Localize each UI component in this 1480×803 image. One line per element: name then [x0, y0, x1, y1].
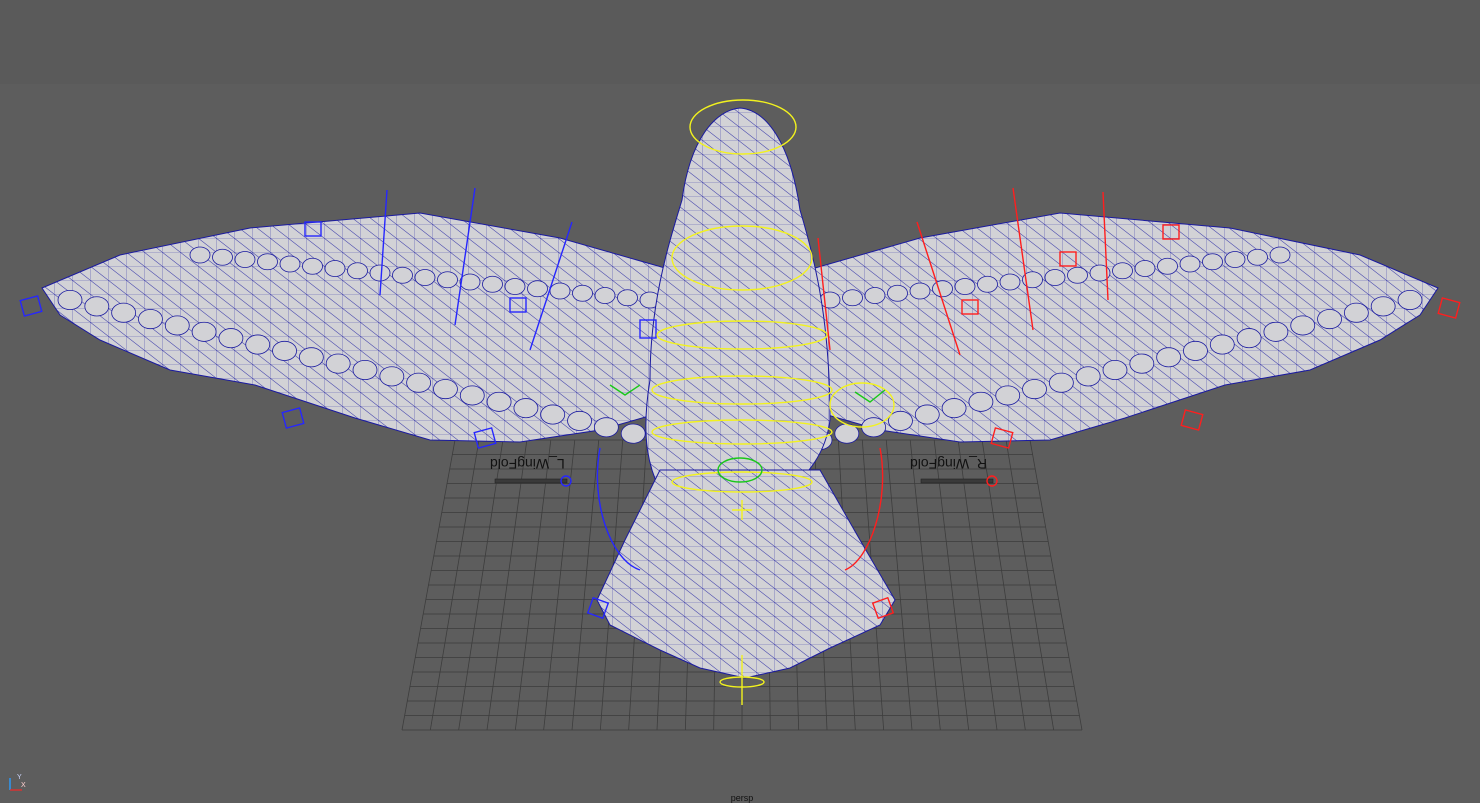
feather-scallop	[486, 391, 512, 412]
feather-scallop	[164, 315, 190, 336]
feather-scallop	[482, 275, 503, 293]
feather-scallop	[138, 309, 163, 330]
feather-scallop	[593, 417, 619, 438]
feather-scallop	[914, 404, 940, 425]
feather-scallop	[324, 260, 346, 277]
feather-scallop	[272, 340, 297, 361]
feather-scallop	[977, 275, 998, 293]
feather-scallop	[1048, 372, 1074, 393]
left-wingfold-label: L_WingFold	[490, 456, 565, 472]
feather-scallop	[1044, 269, 1066, 286]
feather-scallop	[1102, 359, 1128, 380]
feather-scallop	[279, 255, 301, 273]
feather-scallop	[245, 334, 271, 355]
feather-scallop	[218, 328, 244, 349]
feather-scallop	[298, 347, 324, 368]
feather-scallop	[941, 398, 967, 419]
feather-scallop	[527, 280, 548, 298]
eagle-mesh[interactable]	[41, 107, 1439, 679]
feather-scallop	[347, 262, 368, 280]
feather-scallop	[968, 391, 994, 412]
feather-scallop	[1317, 309, 1342, 330]
feather-scallop	[459, 273, 481, 291]
feather-scallop	[617, 289, 638, 307]
right-wingfold-slider[interactable]	[920, 475, 998, 487]
axis-y-label: Y	[17, 774, 22, 781]
feather-scallop	[189, 246, 211, 264]
feather-scallop	[57, 289, 83, 310]
feather-scallop	[1129, 353, 1155, 374]
feather-scallop	[1179, 255, 1201, 273]
feather-scallop	[932, 280, 953, 298]
feather-scallop	[1397, 289, 1423, 310]
feather-scallop	[995, 385, 1021, 406]
feather-scallop	[1209, 334, 1235, 355]
axis-x-label: X	[21, 782, 26, 789]
feather-scallop	[1202, 253, 1223, 271]
feather-scallop	[379, 366, 405, 387]
right-wing-mesh[interactable]	[809, 212, 1439, 443]
feather-scallop	[1022, 379, 1047, 400]
feather-scallop	[567, 410, 592, 431]
feather-scallop	[1183, 340, 1208, 361]
feather-scallop	[234, 251, 256, 268]
left-wing-mesh[interactable]	[41, 212, 671, 443]
feather-scallop	[352, 359, 378, 380]
feather-scallop	[257, 253, 278, 271]
feather-scallop	[909, 282, 931, 300]
feather-scallop	[1156, 347, 1182, 368]
feather-scallop	[540, 404, 566, 425]
feather-scallop	[1067, 266, 1088, 284]
feather-scallop	[1269, 246, 1291, 264]
feather-scallop	[1134, 260, 1156, 277]
feather-scallop	[594, 287, 616, 304]
feather-scallop	[459, 385, 485, 406]
feather-scallop	[1290, 315, 1316, 336]
feather-scallop	[437, 271, 458, 289]
body-mesh[interactable]	[645, 107, 831, 491]
feather-scallop	[999, 273, 1021, 291]
feather-scallop	[1075, 366, 1101, 387]
feather-scallop	[325, 353, 351, 374]
feather-scallop	[212, 248, 233, 266]
feather-scallop	[1157, 257, 1178, 275]
feather-scallop	[864, 287, 886, 304]
feather-scallop	[1112, 262, 1133, 280]
right-wingfold-label: R_WingFold	[910, 456, 988, 472]
feather-scallop	[1263, 321, 1289, 342]
3d-viewport[interactable]	[0, 0, 1480, 800]
feather-scallop	[406, 372, 432, 393]
feather-scallop	[84, 296, 110, 317]
feather-scallop	[888, 410, 913, 431]
feather-scallop	[572, 284, 593, 302]
feather-scallop	[819, 291, 841, 309]
feather-scallop	[1247, 248, 1268, 266]
feather-scallop	[1236, 328, 1262, 349]
axis-gizmo-icon: Y X	[9, 774, 26, 791]
feather-scallop	[302, 257, 323, 275]
feather-scallop	[842, 289, 863, 307]
feather-scallop	[111, 302, 137, 323]
feather-scallop	[433, 379, 458, 400]
feather-scallop	[1370, 296, 1396, 317]
feather-scallop	[887, 284, 908, 302]
feather-scallop	[549, 282, 571, 300]
feather-scallop	[1224, 251, 1246, 268]
feather-scallop	[369, 264, 391, 282]
feather-scallop	[504, 278, 526, 295]
feather-scallop	[513, 398, 539, 419]
left-wingfold-slider[interactable]	[494, 475, 572, 487]
feather-scallop	[392, 266, 413, 284]
feather-scallop	[954, 278, 976, 295]
feather-scallop	[1343, 302, 1369, 323]
feather-scallop	[414, 269, 436, 286]
feather-scallop	[191, 321, 217, 342]
camera-name-label: persp	[730, 793, 754, 803]
feather-scallop	[620, 423, 646, 444]
